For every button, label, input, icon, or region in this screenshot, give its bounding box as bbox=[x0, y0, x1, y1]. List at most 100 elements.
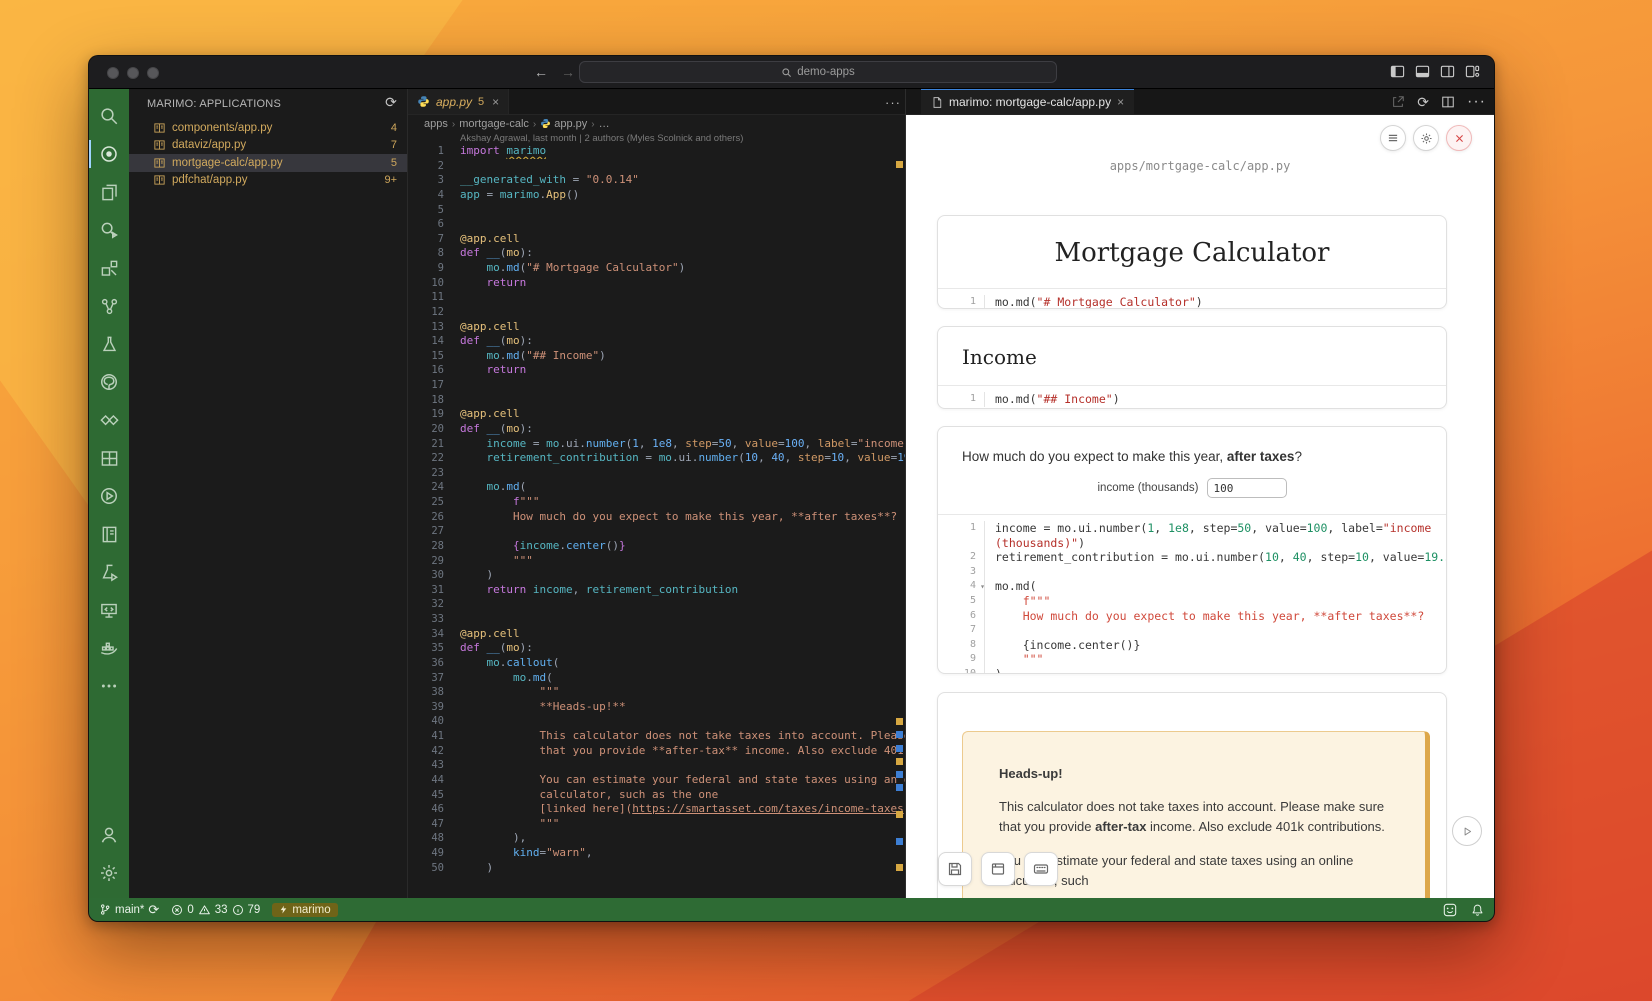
split-editor-icon[interactable] bbox=[1441, 95, 1455, 109]
layout-grid-icon[interactable] bbox=[89, 439, 129, 477]
app-settings-gear-icon[interactable] bbox=[1413, 125, 1439, 151]
code-editor[interactable]: Akshay Agrawal, last month | 2 authors (… bbox=[408, 133, 905, 898]
info-icon bbox=[232, 904, 244, 916]
sidebar-item-mortgage-calc[interactable]: mortgage-calc/app.py 5 bbox=[129, 154, 407, 172]
shutdown-close-icon[interactable] bbox=[1446, 125, 1472, 151]
run-circle-icon[interactable] bbox=[89, 477, 129, 515]
notebook-icon[interactable] bbox=[89, 515, 129, 553]
code-line: 19@app.cell bbox=[408, 407, 905, 422]
code-line: 31 return income, retirement_contributio… bbox=[408, 583, 905, 598]
minimize-traffic-light[interactable] bbox=[127, 67, 139, 79]
cell-code-line: 7 bbox=[938, 623, 1446, 638]
command-center-search[interactable]: demo-apps bbox=[579, 61, 1057, 83]
error-icon bbox=[171, 904, 183, 916]
open-external-icon[interactable] bbox=[1391, 95, 1405, 109]
notebook-file-icon bbox=[153, 139, 166, 151]
tab-marimo-preview[interactable]: marimo: mortgage-calc/app.py × bbox=[921, 89, 1134, 114]
close-icon[interactable]: × bbox=[1117, 95, 1124, 109]
flask-icon[interactable] bbox=[89, 325, 129, 363]
more-icon[interactable] bbox=[89, 667, 129, 705]
code-line: 47 """ bbox=[408, 817, 905, 832]
info-count: 79 bbox=[248, 904, 261, 916]
cell-code[interactable]: 1income = mo.ui.number(1, 1e8, step=50, … bbox=[938, 514, 1446, 674]
code-line: 38 """ bbox=[408, 685, 905, 700]
more-actions-icon[interactable]: ··· bbox=[1467, 93, 1486, 111]
toggle-panel-icon[interactable] bbox=[1415, 64, 1430, 79]
code-line: 8def __(mo): bbox=[408, 246, 905, 261]
pipeline-icon[interactable] bbox=[89, 287, 129, 325]
status-bar: main* ⟳ 0 33 79 marimo bbox=[89, 898, 1494, 921]
vscode-window: ← → demo-apps MARIMO: APPLICATIONS ⟳ com… bbox=[88, 55, 1495, 922]
code-line: 15 mo.md("## Income") bbox=[408, 349, 905, 364]
run-cell-play-button[interactable] bbox=[1452, 816, 1482, 846]
sidebar-item-pdfchat[interactable]: pdfchat/app.py 9+ bbox=[129, 172, 407, 190]
sidebar-item-dataviz[interactable]: dataviz/app.py 7 bbox=[129, 137, 407, 155]
tab-problems-badge: 5 bbox=[478, 96, 484, 108]
close-icon[interactable]: × bbox=[492, 95, 499, 109]
toggle-secondary-sidebar-icon[interactable] bbox=[1440, 64, 1455, 79]
code-line: 10 return bbox=[408, 276, 905, 291]
sidebar: MARIMO: APPLICATIONS ⟳ components/app.py… bbox=[129, 89, 408, 898]
file-badge: 9+ bbox=[384, 174, 397, 186]
git-branch-indicator[interactable]: main* ⟳ bbox=[99, 902, 159, 918]
tabs-overflow-icon[interactable]: ··· bbox=[885, 89, 901, 115]
cell-code[interactable]: 1mo.md("## Income") bbox=[938, 385, 1446, 409]
code-line: 45 calculator, such as the one bbox=[408, 788, 905, 803]
income-number-input[interactable] bbox=[1207, 478, 1287, 498]
code-line: 37 mo.md( bbox=[408, 671, 905, 686]
income-question-text: How much do you expect to make this year… bbox=[938, 427, 1446, 464]
refresh-icon[interactable]: ⟳ bbox=[385, 94, 397, 111]
open-window-button[interactable] bbox=[981, 852, 1015, 886]
cell-code-line: 2retirement_contribution = mo.ui.number(… bbox=[938, 550, 1446, 565]
warning-icon bbox=[198, 904, 211, 916]
forward-arrow-icon[interactable]: → bbox=[561, 63, 575, 81]
code-line: 34@app.cell bbox=[408, 627, 905, 642]
pages-icon[interactable] bbox=[89, 173, 129, 211]
sidebar-item-components[interactable]: components/app.py 4 bbox=[129, 119, 407, 137]
docker-icon[interactable] bbox=[89, 629, 129, 667]
save-button[interactable] bbox=[938, 852, 972, 886]
account-icon[interactable] bbox=[89, 816, 129, 854]
tab-app-py[interactable]: app.py 5 × bbox=[408, 89, 509, 114]
back-arrow-icon[interactable]: ← bbox=[534, 63, 548, 81]
close-traffic-light[interactable] bbox=[107, 67, 119, 79]
search-icon[interactable] bbox=[89, 97, 129, 135]
code-line: 5 bbox=[408, 203, 905, 218]
file-badge: 7 bbox=[391, 139, 397, 151]
problems-indicator[interactable]: 0 33 79 bbox=[171, 904, 260, 916]
code-line: 20def __(mo): bbox=[408, 422, 905, 437]
marimo-icon[interactable] bbox=[89, 135, 129, 173]
customize-layout-icon[interactable] bbox=[1465, 64, 1480, 79]
gems-icon[interactable] bbox=[89, 401, 129, 439]
notifications-bell-icon[interactable] bbox=[1471, 903, 1484, 917]
breadcrumb-item[interactable]: mortgage-calc bbox=[459, 118, 529, 130]
tab-label: app.py bbox=[436, 95, 472, 109]
marimo-extension-status[interactable]: marimo bbox=[272, 903, 337, 917]
refresh-icon[interactable]: ⟳ bbox=[1417, 94, 1429, 111]
marimo-app-view: apps/mortgage-calc/app.py Mortgage Calcu… bbox=[906, 115, 1494, 898]
toggle-primary-sidebar-icon[interactable] bbox=[1390, 64, 1405, 79]
extensions-icon[interactable] bbox=[89, 249, 129, 287]
cell-code-line: 6 How much do you expect to make this ye… bbox=[938, 609, 1446, 624]
github-icon[interactable] bbox=[89, 363, 129, 401]
code-line: 6 bbox=[408, 217, 905, 232]
code-line: 24 mo.md( bbox=[408, 480, 905, 495]
breadcrumb-item[interactable]: apps bbox=[424, 118, 448, 130]
cell-code-line: 8 {income.center()} bbox=[938, 638, 1446, 653]
cell-code-line: 5 f""" bbox=[938, 594, 1446, 609]
cell-code[interactable]: 1mo.md("# Mortgage Calculator") bbox=[938, 288, 1446, 309]
code-line: 11 bbox=[408, 290, 905, 305]
sync-icon[interactable]: ⟳ bbox=[148, 902, 159, 918]
beaker-play-icon[interactable] bbox=[89, 553, 129, 591]
remote-monitor-icon[interactable] bbox=[89, 591, 129, 629]
settings-gear-icon[interactable] bbox=[89, 854, 129, 892]
breadcrumb-item[interactable]: app.py bbox=[540, 118, 587, 130]
breadcrumb-item[interactable]: … bbox=[599, 118, 610, 130]
cell-code-line: 3 bbox=[938, 565, 1446, 580]
search-editor-icon[interactable] bbox=[89, 211, 129, 249]
file-badge: 4 bbox=[391, 122, 397, 134]
zoom-traffic-light[interactable] bbox=[147, 67, 159, 79]
feedback-smiley-icon[interactable] bbox=[1443, 903, 1457, 917]
menu-hamburger-icon[interactable] bbox=[1380, 125, 1406, 151]
keyboard-shortcuts-button[interactable] bbox=[1024, 852, 1058, 886]
